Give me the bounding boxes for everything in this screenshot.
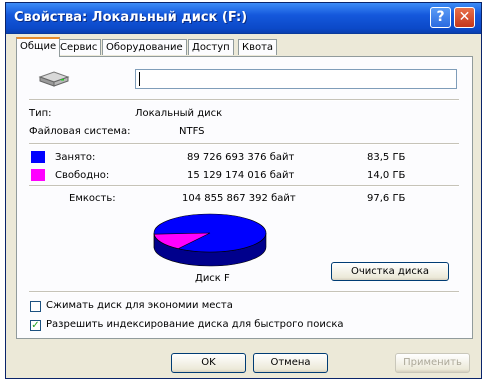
title-bar[interactable]: Свойства: Локальный диск (F:) ? ✕ (6, 3, 481, 34)
text-cursor (139, 72, 140, 86)
help-icon: ? (436, 9, 445, 25)
apply-button[interactable]: Применить (395, 353, 470, 373)
ok-button[interactable]: OK (171, 353, 246, 373)
tab-general[interactable]: Общие (16, 37, 61, 57)
index-label[interactable]: Разрешить индексирование диска для быстр… (46, 319, 344, 330)
disk-usage-pie (153, 213, 267, 267)
help-button[interactable]: ? (430, 7, 451, 28)
separator (29, 185, 459, 187)
type-value: Локальный диск (135, 108, 223, 119)
separator (29, 143, 459, 145)
used-color-swatch (31, 151, 45, 163)
disk-cleanup-button[interactable]: Очистка диска (331, 262, 449, 281)
free-label: Свободно: (55, 170, 110, 181)
window-title: Свойства: Локальный диск (F:) (14, 10, 248, 25)
separator (29, 99, 459, 101)
filesystem-value: NTFS (179, 126, 205, 137)
free-gb: 14,0 ГБ (367, 170, 406, 181)
disk-label: Диск F (195, 273, 230, 284)
pie-top (153, 213, 267, 253)
properties-window: Свойства: Локальный диск (F:) ? ✕ Общие … (5, 2, 482, 379)
used-gb: 83,5 ГБ (367, 152, 406, 163)
separator (29, 291, 459, 293)
tab-sharing[interactable]: Доступ (188, 39, 234, 55)
compress-label[interactable]: Сжимать диск для экономии места (46, 300, 233, 311)
close-button[interactable]: ✕ (454, 7, 475, 28)
tab-quota[interactable]: Квота (238, 39, 278, 55)
compress-checkbox[interactable] (30, 301, 41, 312)
filesystem-label: Файловая система: (29, 126, 131, 137)
used-bytes: 89 726 693 376 байт (187, 152, 295, 163)
tab-service[interactable]: Сервис (56, 39, 102, 55)
general-panel: Тип: Локальный диск Файловая система: NT… (16, 56, 473, 339)
free-color-swatch (31, 169, 45, 181)
drive-icon (38, 71, 70, 87)
index-checkbox[interactable]: ✓ (30, 320, 41, 331)
type-label: Тип: (29, 108, 52, 119)
capacity-gb: 97,6 ГБ (367, 193, 406, 204)
capacity-bytes: 104 855 867 392 байт (182, 193, 296, 204)
free-bytes: 15 129 174 016 байт (187, 170, 295, 181)
close-icon: ✕ (458, 9, 471, 25)
volume-name-input[interactable] (135, 69, 457, 89)
used-label: Занято: (55, 152, 96, 163)
index-check-mark: ✓ (31, 320, 40, 331)
cancel-button[interactable]: Отмена (253, 353, 328, 373)
capacity-label: Емкость: (69, 193, 116, 204)
tab-hardware[interactable]: Оборудование (102, 39, 187, 55)
